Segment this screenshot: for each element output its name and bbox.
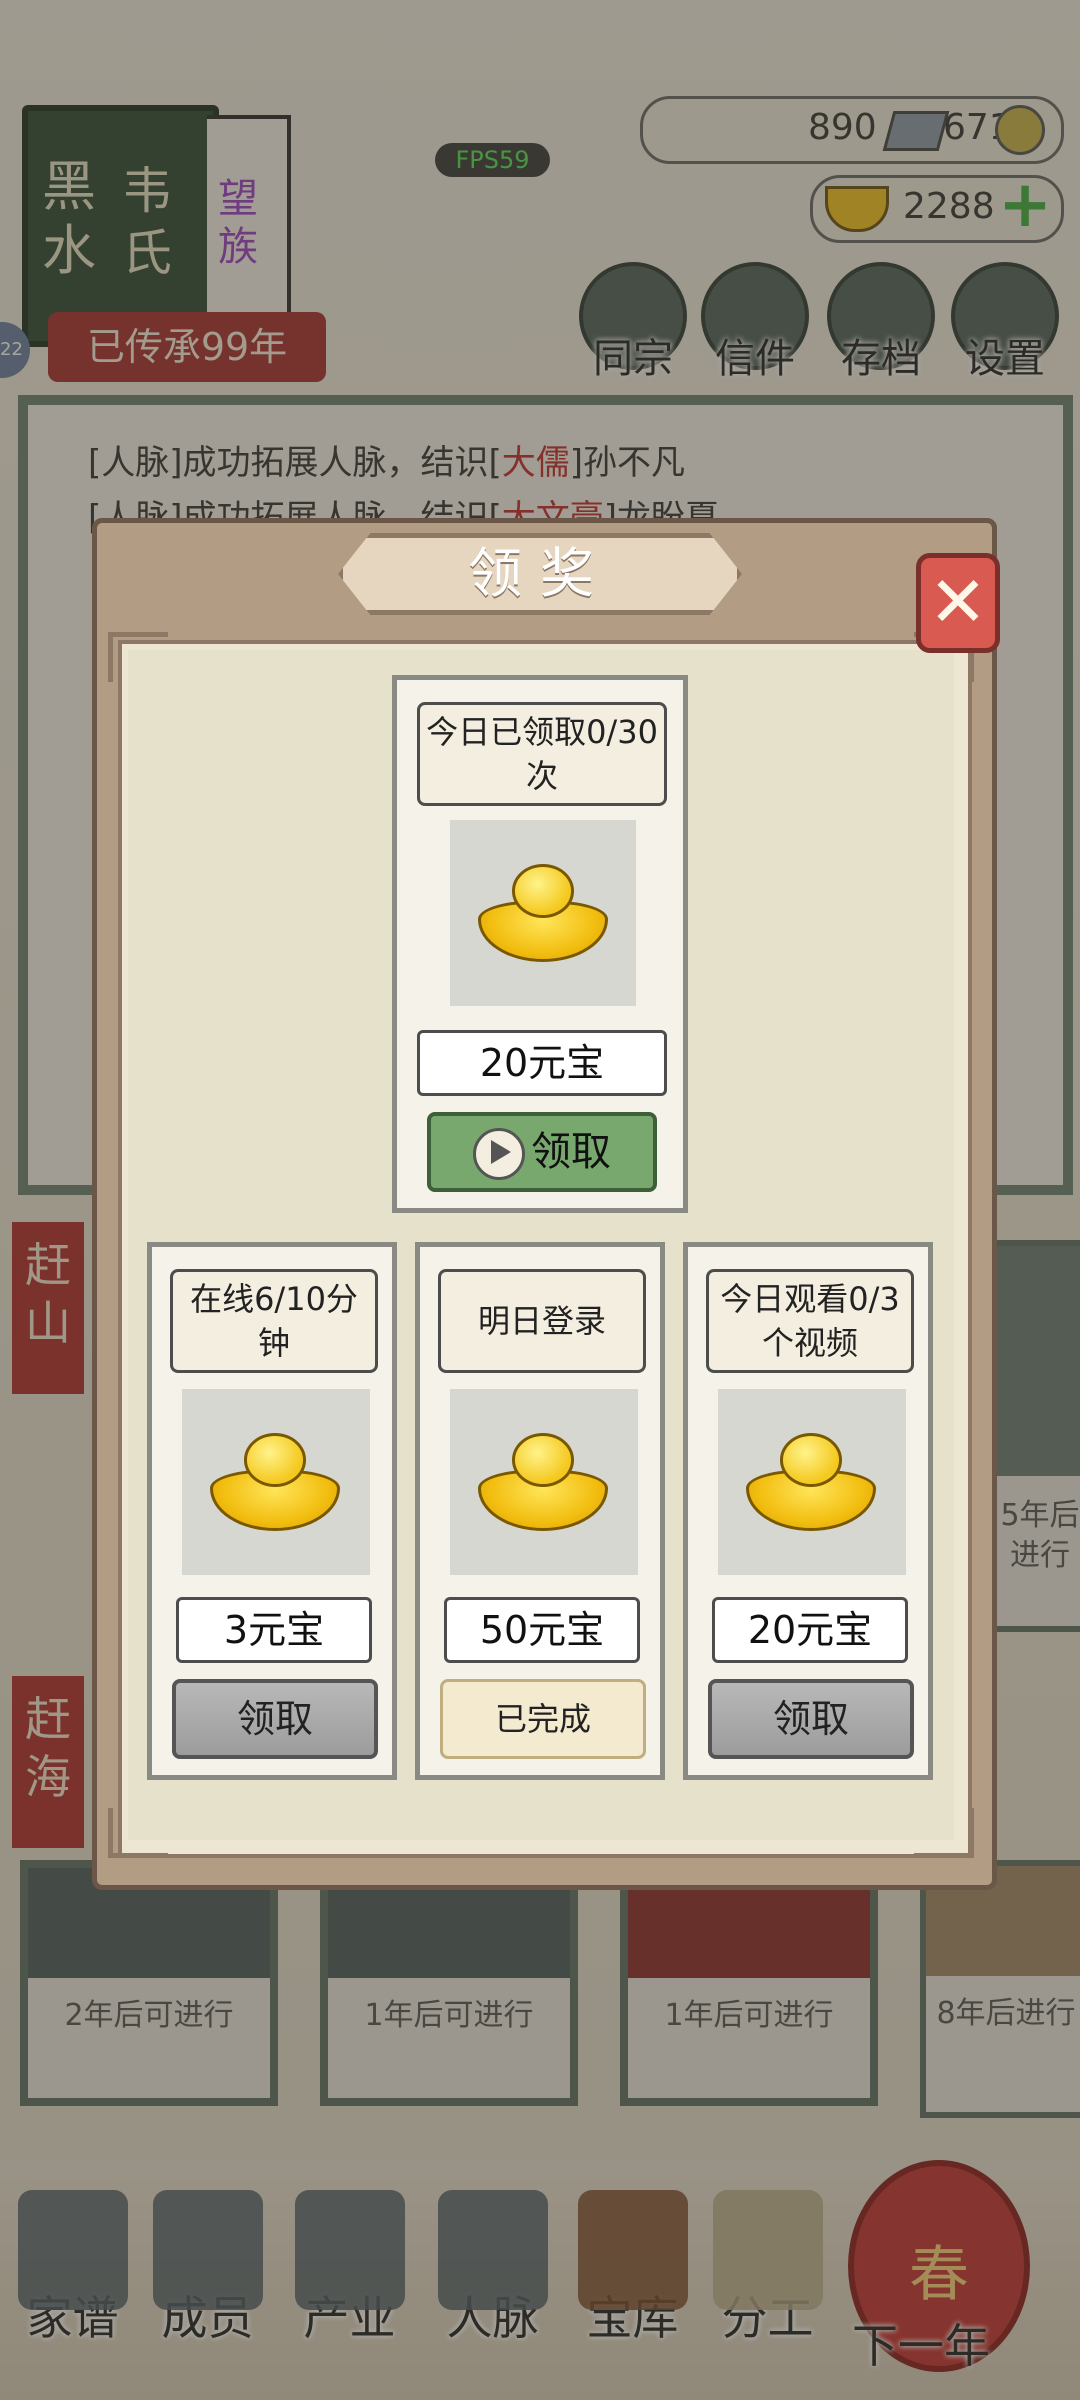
reward-image <box>182 1389 370 1575</box>
claim-video-button[interactable]: 领取 <box>427 1112 657 1192</box>
reward-amount: 20元宝 <box>417 1030 667 1096</box>
reward-image <box>450 1389 638 1575</box>
reward-card-online: 在线6/10分钟 3元宝 领取 <box>147 1242 397 1780</box>
gold-ingot-icon <box>746 1433 876 1531</box>
reward-title: 今日观看0/3个视频 <box>706 1269 914 1373</box>
gold-ingot-icon <box>478 864 608 962</box>
ingot-top <box>243 1433 307 1487</box>
reward-title: 在线6/10分钟 <box>170 1269 378 1373</box>
reward-amount: 3元宝 <box>176 1597 372 1663</box>
main-reward-card: 今日已领取0/30次 20元宝 领取 <box>392 675 688 1213</box>
reward-card-video: 今日观看0/3个视频 20元宝 领取 <box>683 1242 933 1780</box>
reward-image <box>718 1389 906 1575</box>
frame-corner-ornament <box>108 632 168 682</box>
frame-corner-ornament <box>914 1808 974 1858</box>
reward-amount: 50元宝 <box>444 1597 640 1663</box>
close-x-icon: ✕ <box>928 561 988 643</box>
close-button[interactable]: ✕ <box>916 553 1000 653</box>
claim-button-disabled[interactable]: 领取 <box>172 1679 378 1759</box>
reward-title: 明日登录 <box>438 1269 646 1373</box>
completed-badge: 已完成 <box>440 1679 646 1759</box>
reward-amount: 20元宝 <box>712 1597 908 1663</box>
claim-button-disabled[interactable]: 领取 <box>708 1679 914 1759</box>
reward-image <box>450 820 636 1006</box>
ingot-top <box>511 1433 575 1487</box>
ingot-top <box>779 1433 843 1487</box>
dialog-title: 领奖 <box>468 542 612 605</box>
claim-label: 领取 <box>531 1129 611 1175</box>
reward-card-login: 明日登录 50元宝 已完成 <box>415 1242 665 1780</box>
frame-corner-ornament <box>108 1808 168 1858</box>
gold-ingot-icon <box>478 1433 608 1531</box>
play-video-icon <box>473 1128 525 1180</box>
ingot-top <box>511 864 575 918</box>
gold-ingot-icon <box>210 1433 340 1531</box>
reward-title: 今日已领取0/30次 <box>417 702 667 806</box>
